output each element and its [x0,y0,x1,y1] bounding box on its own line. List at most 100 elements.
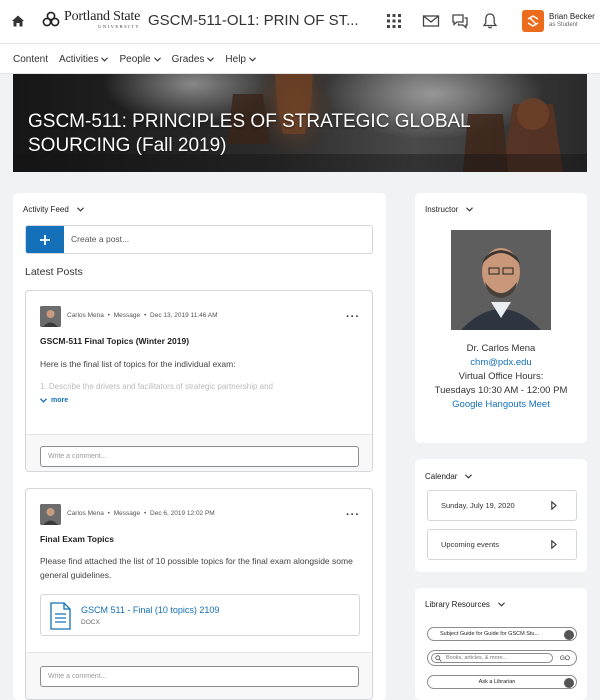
post-date: Dec 13, 2019 11:46 AM [150,312,218,319]
arrow-circle-icon [564,629,574,640]
nav-label: Content [13,53,49,65]
post-faded-text: 1. Describe the drivers and facilitators… [40,382,274,391]
office-hours-label: Virtual Office Hours: [458,371,544,382]
author-avatar [40,504,61,525]
post-card: Carlos Mena • Message • Dec 13, 2019 11:… [25,290,373,472]
nav-help[interactable]: Help [225,54,256,65]
upcoming-events-row[interactable]: Upcoming events [427,529,577,560]
post-meta: Carlos Mena • Message • Dec 6, 2019 12:0… [67,510,215,517]
nav-people[interactable]: People [119,53,161,65]
instructor-email[interactable]: chm@pdx.edu [415,357,587,368]
activity-feed-header[interactable]: Activity Feed [23,205,84,214]
user-name: Brian Becker [549,12,595,22]
top-header: Portland State UNIVERSITY GSCM-511-OL1: … [0,0,600,44]
chevron-down-icon [40,398,47,403]
chevron-down-icon [101,56,109,62]
more-label: more [51,397,69,404]
create-post-box[interactable]: Create a post... [25,225,373,254]
attachment-card[interactable]: GSCM 511 - Final (10 topics) 2109 DOCX [40,594,360,636]
calendar-header[interactable]: Calendar [425,472,473,481]
nav-label: Help [225,53,246,65]
create-post-label: Create a post... [71,234,130,244]
chevron-down-icon [249,56,256,62]
post-author: Carlos Mena [67,312,104,319]
library-search: Books, articles, & more... GO [427,650,577,666]
comment-area: Write a comment... [26,434,372,471]
course-banner: GSCM-511: PRINCIPLES OF STRATEGIC GLOBAL… [13,74,587,172]
chevron-down-icon [207,56,215,62]
create-post-button[interactable] [26,226,64,253]
meet-link[interactable]: Google Hangouts Meet [415,399,587,410]
university-logo[interactable]: Portland State UNIVERSITY [42,10,140,30]
comment-area: Write a comment... [26,652,372,699]
post-body: Please find attached the list of 10 poss… [40,556,353,580]
library-card: Library Resources Subject Guide for Guid… [415,588,587,700]
attachment-name[interactable]: GSCM 511 - Final (10 topics) 2109 [81,605,219,615]
widget-title: Instructor [425,205,459,214]
document-icon [50,602,71,630]
show-more-link[interactable]: more [40,397,68,404]
subject-guide-label: Subject Guide for Guide for GSCM Stu... [440,631,540,637]
library-go-button[interactable]: GO [560,655,570,662]
post-kind: Message [113,312,141,319]
user-avatar [522,10,544,32]
arrow-circle-icon [564,677,574,688]
nav-activities[interactable]: Activities [59,53,109,65]
mail-icon[interactable] [422,12,440,30]
library-search-input[interactable]: Books, articles, & more... [431,653,553,663]
post-kind: Message [113,510,141,517]
plus-icon [40,234,50,245]
nav-label: Grades [171,53,205,65]
instructor-photo [451,230,551,330]
ask-librarian-button[interactable]: Ask a Librarian [427,675,577,689]
comment-input[interactable]: Write a comment... [40,446,359,467]
instructor-name: Dr. Carlos Mena [466,343,536,354]
bell-icon[interactable] [481,12,499,30]
author-photo-icon [40,306,61,327]
university-sub: UNIVERSITY [98,24,141,29]
university-name: Portland State [64,9,141,24]
chevron-right-icon [551,540,557,549]
chevron-down-icon [76,207,84,212]
subject-guide-button[interactable]: Subject Guide for Guide for GSCM Stu... [427,627,577,641]
banner-title: GSCM-511: PRINCIPLES OF STRATEGIC GLOBAL… [28,111,471,156]
instructor-card: Instructor Dr. Carlos Mena chm@pdx.edu V… [415,193,587,443]
chat-icon[interactable] [451,12,469,30]
instructor-header[interactable]: Instructor [425,205,474,214]
widget-title: Calendar [425,472,458,481]
nav-label: Activities [59,53,99,65]
ask-librarian-label: Ask a Librarian [478,679,516,685]
post-title: Final Exam Topics [40,534,115,544]
course-nav: Content Activities People Grades Help [0,44,600,74]
post-date: Dec 6, 2019 12:02 PM [150,510,215,517]
nav-grades[interactable]: Grades [172,54,215,65]
user-menu[interactable]: Brian Becker as Student [522,10,595,32]
attachment-type: DOCX [81,619,100,626]
post-body: Here is the final list of topics for the… [40,359,236,369]
instructor-portrait-icon [451,230,551,330]
post-options-button[interactable]: ··· [346,311,360,323]
office-hours: Tuesdays 10:30 AM - 12:00 PM [434,385,568,396]
post-title: GSCM-511 Final Topics (Winter 2019) [40,336,190,346]
home-icon[interactable] [10,13,26,29]
library-header[interactable]: Library Resources [425,600,505,609]
nav-label: People [119,53,151,65]
calendar-date-row[interactable]: Sunday, July 19, 2020 [427,490,577,521]
user-avatar-icon [527,15,539,27]
comment-input[interactable]: Write a comment... [40,666,359,687]
chevron-down-icon [153,56,161,62]
waffle-menu-icon[interactable] [385,12,403,30]
chevron-down-icon [497,602,505,607]
activity-feed-card: Activity Feed Create a post... Latest Po… [13,193,386,700]
calendar-card: Calendar Sunday, July 19, 2020 Upcoming … [415,459,587,572]
author-photo-icon [40,504,61,525]
upcoming-events: Upcoming events [441,540,499,549]
widget-title: Library Resources [425,600,490,609]
nav-content[interactable]: Content [13,54,48,65]
user-role: as Student [549,22,578,29]
post-card: Carlos Mena • Message • Dec 6, 2019 12:0… [25,488,373,700]
course-title[interactable]: GSCM-511-OL1: PRIN OF ST... [148,12,368,29]
search-icon [435,655,442,662]
calendar-date: Sunday, July 19, 2020 [441,501,515,510]
post-options-button[interactable]: ··· [346,509,360,521]
